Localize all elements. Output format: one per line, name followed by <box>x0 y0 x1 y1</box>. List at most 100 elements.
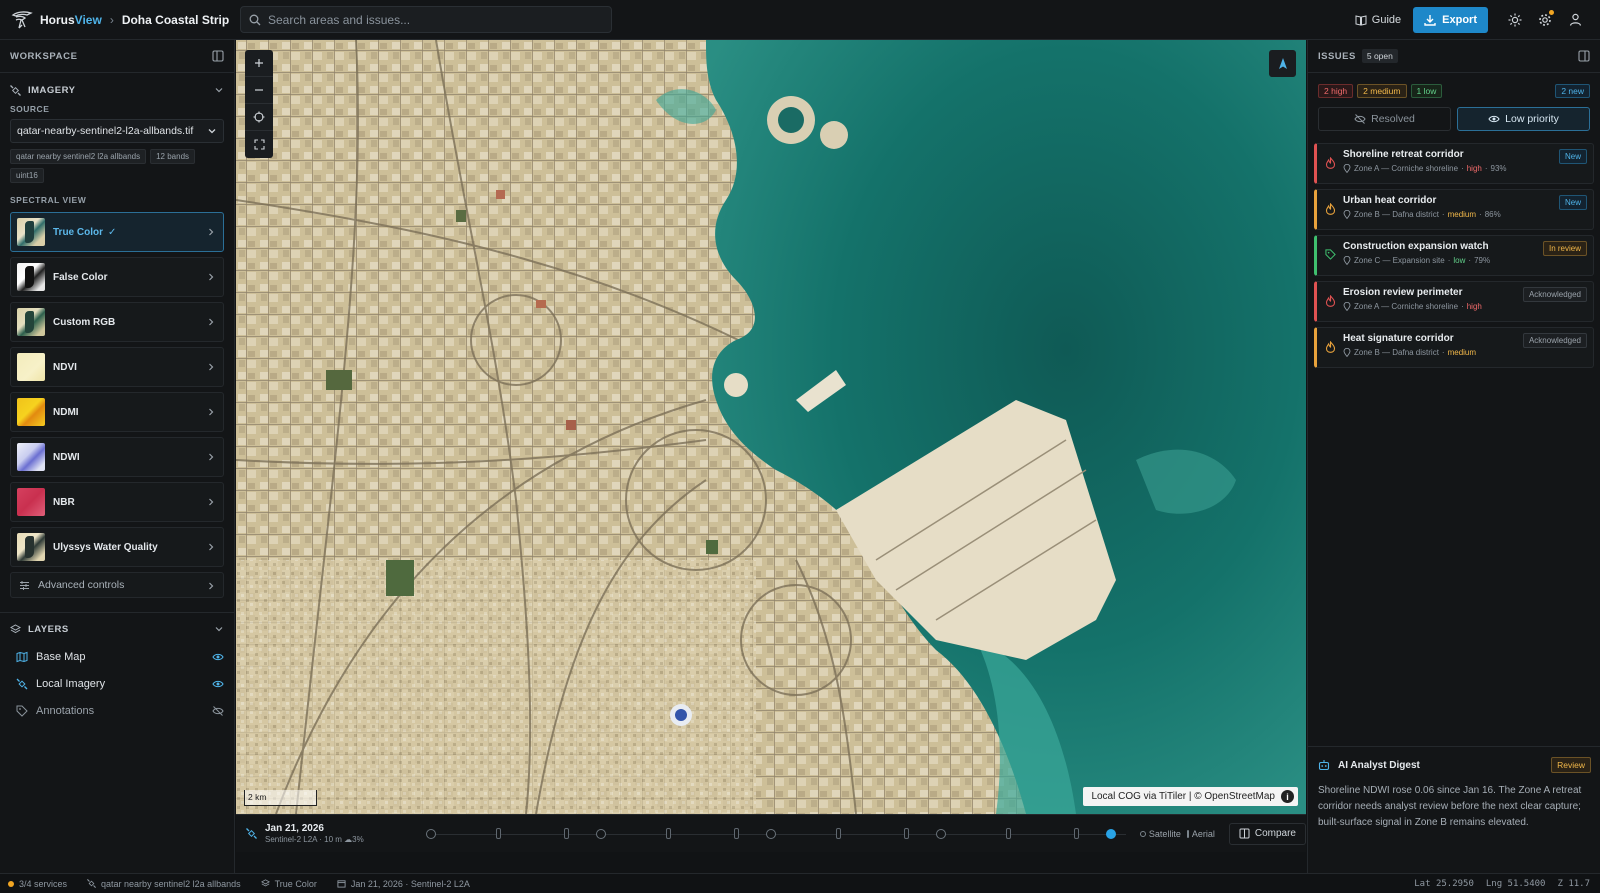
settings-button[interactable] <box>1530 6 1560 33</box>
spectral-item-false-color[interactable]: False Color <box>10 257 224 297</box>
issue-status-badge[interactable]: Acknowledged <box>1522 333 1587 348</box>
services-text: 3/4 services <box>19 878 68 889</box>
fullscreen-button[interactable] <box>245 131 273 158</box>
chevron-right-icon <box>207 407 215 417</box>
issue-card[interactable]: Shoreline retreat corridor Zone A — Corni… <box>1314 143 1594 184</box>
ndmi-thumbnail <box>17 398 45 426</box>
chevron-right-icon <box>207 452 215 462</box>
advanced-controls-button[interactable]: Advanced controls <box>10 572 224 598</box>
chip-dataset: qatar nearby sentinel2 l2a allbands <box>10 149 147 164</box>
issue-status-badge[interactable]: New <box>1558 195 1587 210</box>
issue-status-badge[interactable]: New <box>1558 149 1587 164</box>
spectral-item-label: Custom RGB <box>53 316 116 328</box>
pin-icon <box>1343 210 1351 219</box>
timeline-capture-marker[interactable] <box>425 828 436 839</box>
guide-button[interactable]: Guide <box>1347 6 1409 33</box>
meta-separator: · <box>1484 164 1488 173</box>
layer-base-map[interactable]: Base Map <box>0 643 234 670</box>
map-icon <box>16 651 28 663</box>
severity-high-badge[interactable]: 2 high <box>1318 84 1354 98</box>
issue-card[interactable]: Urban heat corridor Zone B — Dafna distri… <box>1314 189 1594 230</box>
imagery-title: IMAGERY <box>28 84 76 96</box>
compare-button[interactable]: Compare <box>1228 822 1306 845</box>
workspace-header: WORKSPACE <box>0 40 234 72</box>
ai-digest-review-badge[interactable]: Review <box>1551 757 1591 773</box>
pin-icon <box>1343 302 1351 311</box>
aerial-option[interactable]: Aerial <box>1186 829 1215 839</box>
timeline-capture-marker[interactable] <box>935 828 946 839</box>
status-services[interactable]: 3/4 services <box>8 879 67 889</box>
filter-resolved-button[interactable]: Resolved <box>1318 107 1451 131</box>
severity-medium-badge[interactable]: 2 medium <box>1357 84 1407 98</box>
satellite-imagery <box>236 40 1306 814</box>
spectral-item-nbr[interactable]: NBR <box>10 482 224 522</box>
timeline-capture-marker[interactable] <box>595 828 606 839</box>
spectral-item-label: NBR <box>53 496 75 508</box>
zoom-out-button[interactable] <box>245 77 273 104</box>
issues-header: ISSUES 5 open <box>1308 40 1600 72</box>
account-button[interactable] <box>1560 6 1590 33</box>
filter-low-priority-button[interactable]: Low priority <box>1457 107 1590 131</box>
satellite-option[interactable]: Satellite <box>1139 828 1181 839</box>
timeline-track[interactable] <box>425 824 1126 844</box>
satellite-option-label: Satellite <box>1148 828 1181 839</box>
collapse-sidebar-icon[interactable] <box>212 50 224 62</box>
search-input[interactable] <box>268 12 598 27</box>
issue-status-badge[interactable]: In review <box>1542 241 1587 256</box>
issue-list: Shoreline retreat corridor Zone A — Corni… <box>1308 131 1600 368</box>
issue-card[interactable]: Erosion review perimeter Zone A — Cornich… <box>1314 281 1594 322</box>
search-box[interactable] <box>240 6 612 33</box>
issue-card[interactable]: Heat signature corridor Zone B — Dafna di… <box>1314 327 1594 368</box>
eye-icon[interactable] <box>212 679 224 689</box>
timeline-capture-marker[interactable] <box>765 828 776 839</box>
capture-text: Jan 21, 2026 · Sentinel-2 L2A <box>350 878 470 889</box>
map-zoom-controls <box>245 50 273 158</box>
spectral-item-ndwi[interactable]: NDWI <box>10 437 224 477</box>
true-color-thumbnail <box>17 218 45 246</box>
timeline-tick <box>733 827 739 839</box>
spectral-item-custom-rgb[interactable]: Custom RGB <box>10 302 224 342</box>
spectral-item-ndvi[interactable]: NDVI <box>10 347 224 387</box>
eye-off-icon[interactable] <box>212 705 224 716</box>
guide-label: Guide <box>1371 13 1402 26</box>
meta-separator: · <box>1461 302 1464 311</box>
sun-icon <box>1508 13 1522 27</box>
issue-card[interactable]: Construction expansion watch Zone C — Exp… <box>1314 235 1594 276</box>
meta-separator: · <box>1479 210 1482 219</box>
issues-panel: ISSUES 5 open 2 high 2 medium 1 low 2 ne… <box>1307 40 1600 873</box>
export-button[interactable]: Export <box>1413 6 1488 33</box>
spectral-view-list: True Color ✓ False Color Custom RGB NDVI… <box>0 212 234 567</box>
issue-severity: medium <box>1447 348 1477 357</box>
spectral-item-ulyssys-water-quality[interactable]: Ulyssys Water Quality <box>10 527 224 567</box>
info-icon[interactable]: i <box>1281 790 1294 803</box>
source-select[interactable]: qatar-nearby-sentinel2-l2a-allbands.tif <box>10 119 224 143</box>
timeline-date: Jan 21, 2026 <box>265 823 324 834</box>
view-text: True Color <box>274 878 317 889</box>
flame-icon <box>1325 341 1336 353</box>
meta-separator: · <box>1447 256 1451 265</box>
issue-confidence: 79% <box>1474 256 1491 265</box>
spectral-item-ndmi[interactable]: NDMI <box>10 392 224 432</box>
issue-confidence: 93% <box>1490 164 1507 173</box>
spectral-item-true-color[interactable]: True Color ✓ <box>10 212 224 252</box>
new-issues-badge[interactable]: 2 new <box>1555 84 1590 98</box>
layers-section-header[interactable]: LAYERS <box>0 618 234 640</box>
severity-low-badge[interactable]: 1 low <box>1410 84 1443 98</box>
issue-status-badge[interactable]: Acknowledged <box>1522 287 1587 302</box>
zoom-in-button[interactable] <box>245 50 273 77</box>
locate-button[interactable] <box>245 104 273 131</box>
layer-annotations[interactable]: Annotations <box>0 697 234 724</box>
project-title[interactable]: Doha Coastal Strip <box>122 13 229 27</box>
timeline-cloud: 3% <box>352 835 364 844</box>
map-canvas[interactable]: 2 km Local COG via TiTiler | © OpenStree… <box>236 40 1306 814</box>
timeline-tick <box>1073 827 1079 839</box>
imagery-section-header[interactable]: IMAGERY <box>0 79 234 101</box>
sliders-icon <box>19 580 30 591</box>
theme-toggle-button[interactable] <box>1500 6 1530 33</box>
reset-north-button[interactable] <box>1269 50 1296 77</box>
collapse-panel-icon[interactable] <box>1578 50 1590 62</box>
layer-local-imagery[interactable]: Local Imagery <box>0 670 234 697</box>
timeline-active-capture-marker[interactable] <box>1105 828 1116 839</box>
chevron-down-icon <box>207 126 217 136</box>
eye-icon[interactable] <box>212 652 224 662</box>
